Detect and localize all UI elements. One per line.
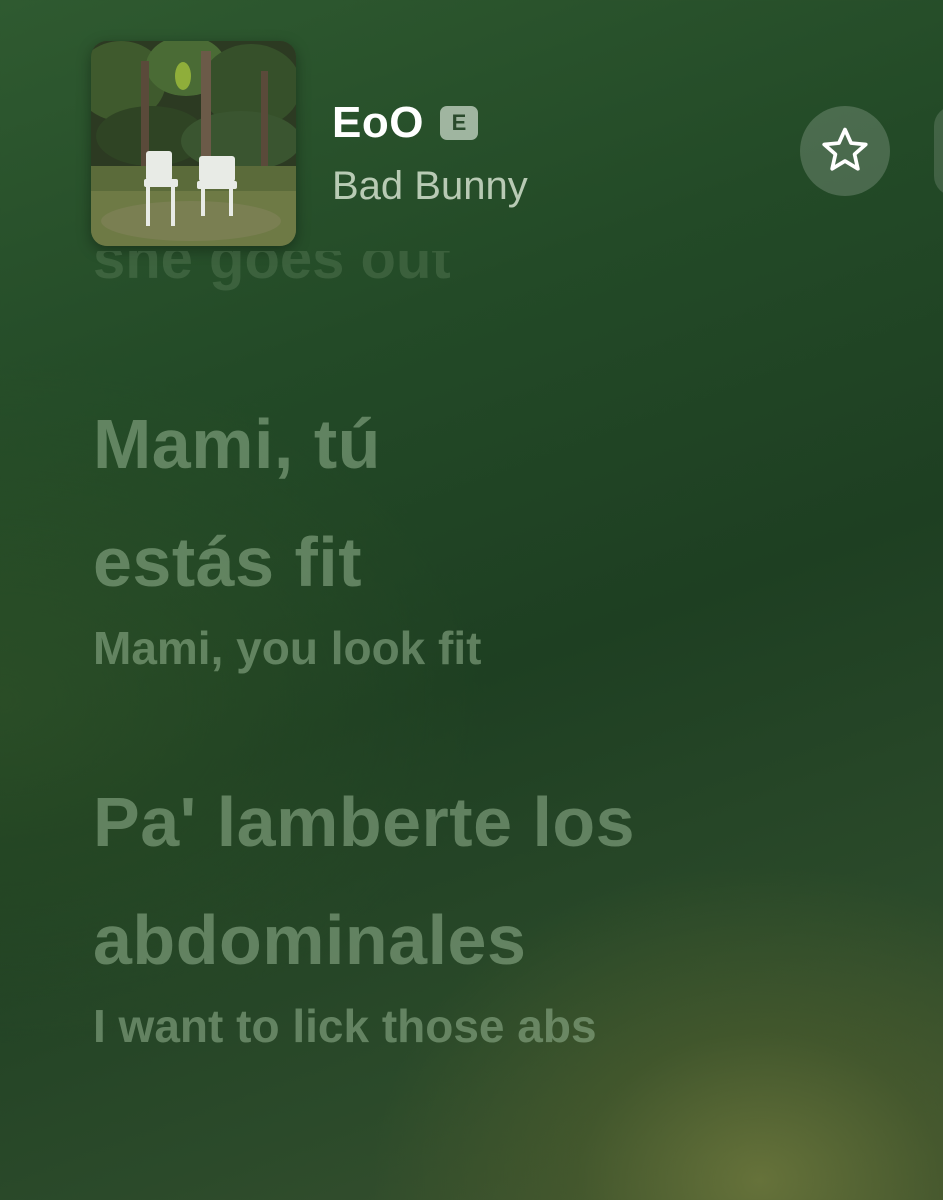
lyric-original-line: estás fit xyxy=(93,523,363,601)
star-icon xyxy=(822,127,868,171)
explicit-badge: E xyxy=(439,106,478,140)
lyric-original-line: Pa' lamberte los xyxy=(93,783,636,861)
lyric-translation: Mami, you look fit xyxy=(93,622,482,674)
album-artwork[interactable] xyxy=(91,41,296,246)
more-options-button[interactable] xyxy=(934,106,943,196)
lyric-block[interactable]: Mami, tú estás fit Mami, you look fit xyxy=(93,385,893,675)
track-title-row: EoO E xyxy=(332,98,478,148)
lyric-original-line: abdominales xyxy=(93,901,527,979)
lyric-block[interactable]: Pa' lamberte los abdominales I want to l… xyxy=(93,763,893,1053)
lyrics-container: Mami, tú estás fit Mami, you look fit Pa… xyxy=(93,385,893,1141)
album-artwork-image xyxy=(91,41,296,246)
song-title[interactable]: EoO xyxy=(332,98,424,148)
favorite-button[interactable] xyxy=(800,106,890,196)
artist-name[interactable]: Bad Bunny xyxy=(332,164,528,209)
lyric-original-line: Mami, tú xyxy=(93,405,381,483)
now-playing-header: EoO E Bad Bunny xyxy=(0,0,943,260)
lyric-translation: I want to lick those abs xyxy=(93,1000,597,1052)
